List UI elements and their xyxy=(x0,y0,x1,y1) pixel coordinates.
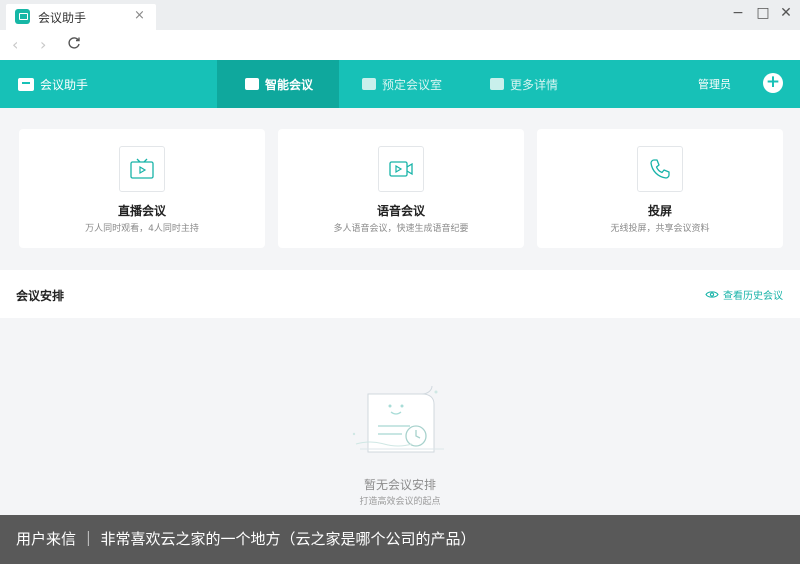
card-title: 投屏 xyxy=(647,204,672,218)
tab-close-icon[interactable]: × xyxy=(134,8,145,23)
nav-bar: ‹ › xyxy=(0,30,800,60)
close-icon[interactable]: ✕ xyxy=(778,5,794,21)
tab-label: 更多详情 xyxy=(510,77,559,92)
card-desc: 万人同时观看，4人同时主持 xyxy=(85,224,199,234)
tab-label: 智能会议 xyxy=(265,77,314,92)
maximize-icon[interactable]: □ xyxy=(755,5,771,21)
card-screen-cast[interactable]: 投屏 无线投屏，共享会议资料 xyxy=(537,129,783,248)
history-label: 查看历史会议 xyxy=(723,291,783,302)
add-button[interactable]: + xyxy=(763,73,783,93)
empty-subtitle: 打造高效会议的起点 xyxy=(359,497,441,507)
schedule-header: 会议安排 查看历史会议 xyxy=(0,270,800,318)
title-bar: 会议助手 × − □ ✕ xyxy=(0,0,800,30)
empty-title: 暂无会议安排 xyxy=(363,478,436,492)
brand: 会议助手 xyxy=(18,76,88,93)
card-voice-meeting[interactable]: 语音会议 多人语音会议，快速生成语音纪要 xyxy=(278,129,524,248)
empty-state: 暂无会议安排 打造高效会议的起点 xyxy=(0,318,800,515)
minimize-icon[interactable]: − xyxy=(730,5,746,21)
reload-icon[interactable] xyxy=(67,36,81,50)
card-title: 直播会议 xyxy=(117,204,166,218)
tv-play-icon xyxy=(119,146,165,192)
tab-label: 预定会议室 xyxy=(382,77,443,92)
history-link[interactable]: 查看历史会议 xyxy=(705,287,783,302)
back-icon[interactable]: ‹ xyxy=(12,35,18,54)
eye-icon xyxy=(705,291,719,298)
phone-icon xyxy=(637,146,683,192)
card-desc: 多人语音会议，快速生成语音纪要 xyxy=(333,224,469,234)
tab-smart-meeting[interactable]: 智能会议 xyxy=(217,60,339,108)
book-icon xyxy=(362,78,376,90)
card-live-meeting[interactable]: 直播会议 万人同时观看，4人同时主持 xyxy=(19,129,265,248)
tab-more-details[interactable]: 更多详情 xyxy=(490,60,558,108)
tab-title: 会议助手 xyxy=(38,11,87,25)
video-camera-icon xyxy=(378,146,424,192)
schedule-title: 会议安排 xyxy=(16,289,65,303)
grid-icon xyxy=(490,78,504,90)
tab-book-room[interactable]: 预定会议室 xyxy=(362,60,442,108)
forward-icon[interactable]: › xyxy=(40,35,46,54)
app-logo-icon xyxy=(15,9,30,24)
brand-title: 会议助手 xyxy=(40,78,89,92)
card-desc: 无线投屏，共享会议资料 xyxy=(610,224,710,234)
caption-banner: 用户来信 ｜ 非常喜欢云之家的一个地方（云之家是哪个公司的产品） xyxy=(0,515,800,564)
chat-icon xyxy=(18,78,34,91)
empty-calendar-illustration xyxy=(352,386,444,453)
app-header: 会议助手 智能会议 预定会议室 更多详情 管理员 + xyxy=(0,60,800,108)
admin-label[interactable]: 管理员 xyxy=(698,76,731,92)
chat-icon xyxy=(245,78,259,90)
browser-tab[interactable]: 会议助手 × xyxy=(6,4,156,30)
card-title: 语音会议 xyxy=(376,204,425,218)
